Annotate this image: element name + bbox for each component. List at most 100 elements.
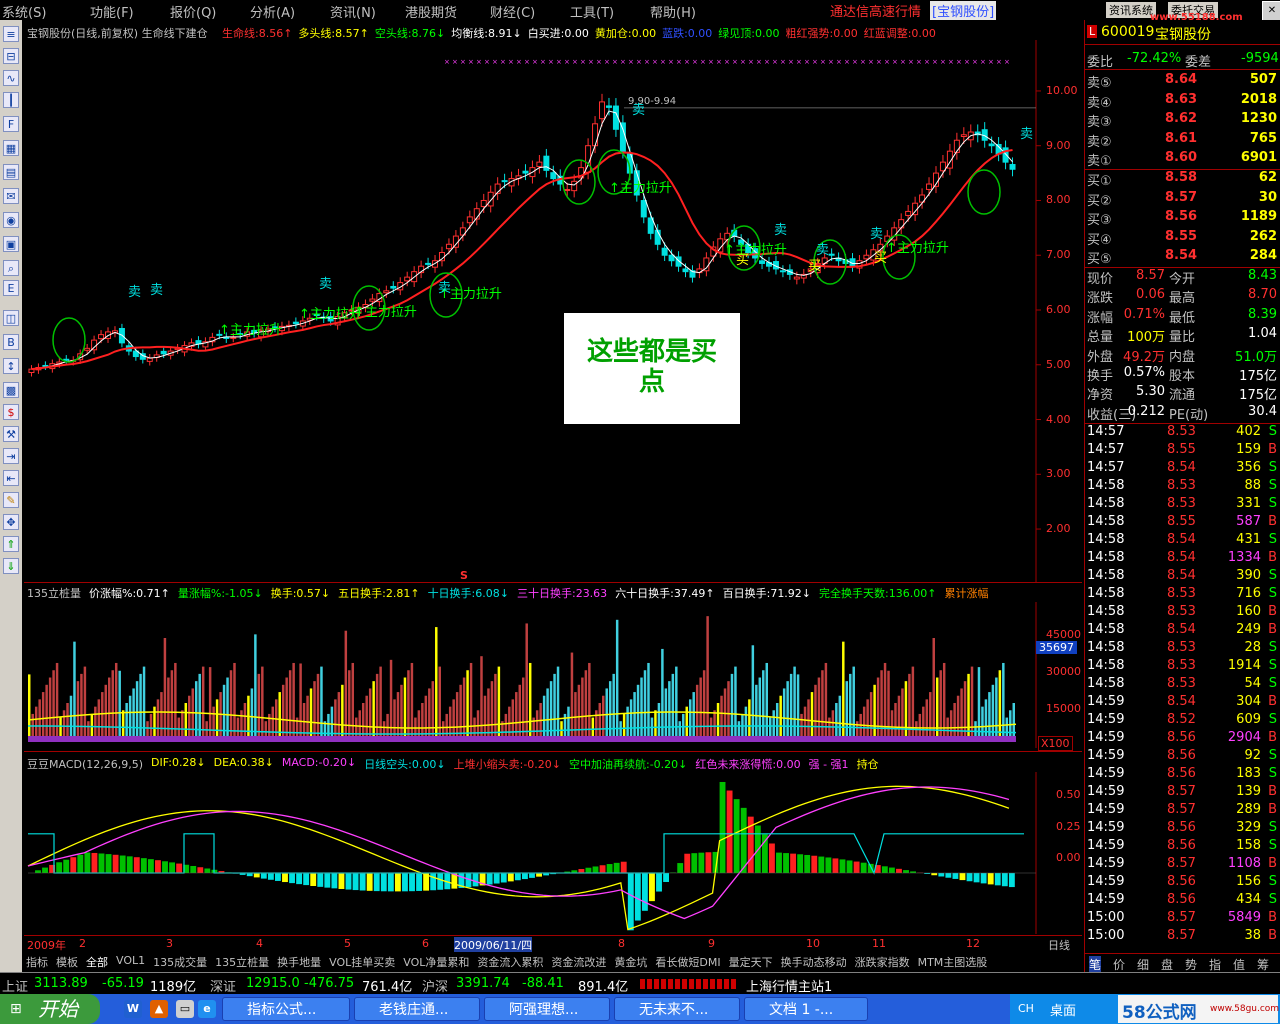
indicator-tab[interactable]: 量定天下 [729,954,773,970]
period-label[interactable]: 日线 [1048,937,1070,953]
desktop-label[interactable]: 桌面 [1050,1000,1076,1019]
f10-icon[interactable]: F [3,116,19,132]
bsi-icon[interactable]: B [3,334,19,350]
quote-tab[interactable]: 筹 [1257,956,1269,973]
macd-bar [155,860,161,873]
signal-marker: × [852,58,858,66]
indicator-tab[interactable]: 涨跌家指数 [855,954,910,970]
start-button[interactable]: ⊞ 开始 [0,994,100,1024]
task-laoqian[interactable]: 老钱庄通... [354,997,480,1021]
sort-icon[interactable]: ↕ [3,358,19,374]
quote-tab[interactable]: 细 [1137,956,1149,973]
tool-icon[interactable]: ⚒ [3,426,19,442]
dollar-icon[interactable]: $ [3,404,19,420]
macd-bar [260,873,267,879]
minute-chart-icon[interactable]: ⊟ [3,48,19,64]
volume-bar [699,677,702,742]
volume-bar [261,666,264,742]
macd-chart[interactable] [24,772,1082,934]
task-document[interactable]: 文档 1 -... [744,997,868,1021]
legend-item: 空中加油再续航:-0.20↓ [569,758,688,771]
menu-help[interactable]: 帮助(H) [650,2,696,21]
indicator-tab[interactable]: 135成交量 [153,954,207,970]
volume-chart[interactable] [24,602,1082,748]
macd-bar [409,873,415,892]
order-price: 8.57 [1165,189,1198,205]
task-nofuture[interactable]: 无未来不... [614,997,740,1021]
group-icon[interactable]: ◉ [3,212,19,228]
indicator-tab[interactable]: 黄金坑 [614,954,647,970]
menu-hk-futures[interactable]: 港股期货 [405,2,457,21]
quote-tab[interactable]: 盘 [1161,956,1173,973]
mail-icon[interactable]: ✉ [3,188,19,204]
move-icon[interactable]: ✥ [3,514,19,530]
volume-bar [83,666,87,742]
indicator-tab[interactable]: 135立桩量 [215,954,269,970]
quote-tab[interactable]: 值 [1233,956,1245,973]
indicator-tab[interactable]: 指标 [26,954,48,970]
stock-icon[interactable]: ◫ [3,310,19,326]
indicator-tab[interactable]: VOL净量累和 [403,954,469,970]
menu-finance[interactable]: 财经(C) [490,2,535,21]
quote-tab[interactable]: 指 [1209,956,1221,973]
hs-amount: 891.4亿 [578,980,629,995]
grid-icon[interactable]: ▩ [3,382,19,398]
indicator-tab[interactable]: 换手动态移动 [781,954,847,970]
volume-bar [45,684,48,742]
macd-bar [310,873,317,887]
menu-news[interactable]: 资讯(N) [330,2,376,21]
indicator-tab[interactable]: 资金流入累积 [477,954,543,970]
buy-point-circle [52,317,86,363]
indicator-tab[interactable]: 看长做短DMI [655,954,720,970]
menu-system[interactable]: 系统(S) [2,2,46,21]
exit-icon[interactable]: ⇤ [3,470,19,486]
ie-icon[interactable]: e [198,1000,216,1018]
quote-tab[interactable]: 笔 [1089,956,1102,973]
macd-bar [797,854,804,873]
volume-bar [156,699,160,742]
close-icon[interactable]: ✕ [1262,1,1280,21]
arrow-down-icon[interactable]: ⇓ [3,558,19,574]
etf-icon[interactable]: E [3,280,19,296]
task-aqiang[interactable]: 阿强理想... [484,997,610,1021]
quote-list-icon[interactable]: ≡ [3,26,19,42]
table-icon[interactable]: ▦ [3,140,19,156]
indicator-tab[interactable]: 换手地量 [277,954,321,970]
weidiff-label: 委差 [1185,55,1212,70]
screen-icon[interactable]: ▭ [176,1000,194,1018]
menu-analysis[interactable]: 分析(A) [250,2,295,21]
price-tick: 7.00 [1046,248,1071,262]
indicator-tab[interactable]: MTM主图选股 [918,954,988,970]
chart-window-icon[interactable]: ▣ [3,236,19,252]
indicator-tab[interactable]: VOL挂单买卖 [329,954,395,970]
tick-price: 8.53 [1167,658,1196,673]
candlestick-chart[interactable]: × × × × × × × × × × × × × × × × × × × × × × × × × × × × × × × × × × × × × × × ×… [24,40,1082,582]
indicator-tab[interactable]: 全部 [86,954,108,970]
tick-side: S [1268,586,1277,601]
export-icon[interactable]: ⇥ [3,448,19,464]
menu-function[interactable]: 功能(F) [90,2,134,21]
ime-indicator[interactable]: CH [1018,1002,1034,1015]
line-chart-icon[interactable]: ∿ [3,70,19,86]
tick-list[interactable]: 14:57 8.53 402 S 14:57 8.55 159 B 14:57 8.54 356 S 1… [1085,423,1280,953]
menu-quote[interactable]: 报价(Q) [170,2,216,21]
pencil-icon[interactable]: ✎ [3,492,19,508]
news-system-button[interactable]: 资讯系统 [1106,2,1156,18]
indicator-tab[interactable]: VOL1 [116,954,145,967]
tick-time: 14:58 [1087,658,1125,673]
activity-bar [640,979,736,989]
search-icon[interactable]: ⌕ [3,260,19,276]
quote-tab[interactable]: 价 [1113,956,1125,973]
arrow-up-icon[interactable]: ⇑ [3,536,19,552]
word-icon[interactable]: W [124,1000,142,1018]
macd-bar [1008,873,1015,888]
indicator-tab[interactable]: 模板 [56,954,78,970]
legend-item: 量涨幅%:-1.05↓ [177,587,263,600]
quote-tab[interactable]: 势 [1185,956,1197,973]
news-icon[interactable]: ▤ [3,164,19,180]
menu-tools[interactable]: 工具(T) [570,2,614,21]
indicator-tab[interactable]: 资金流改进 [551,954,606,970]
task-indicator-formula[interactable]: 指标公式... [222,997,350,1021]
candlestick-icon[interactable]: ┃ [3,92,19,108]
flash-icon[interactable]: ▲ [150,1000,168,1018]
